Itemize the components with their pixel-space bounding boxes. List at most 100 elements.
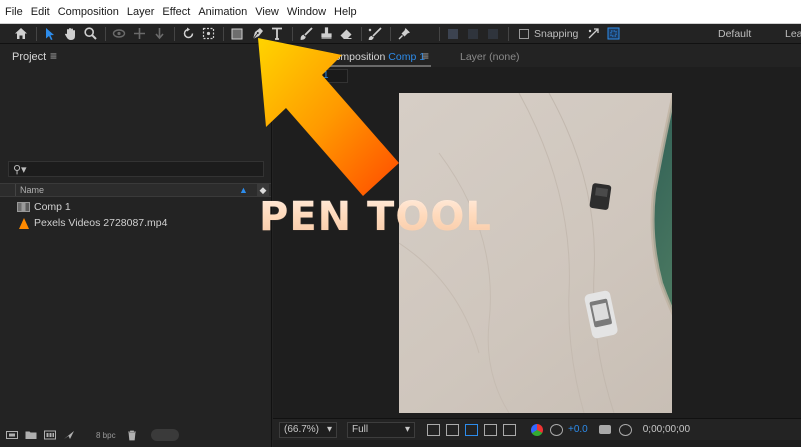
- type-tool-icon[interactable]: [268, 25, 286, 43]
- workspace-default[interactable]: Default: [718, 24, 751, 44]
- resolution-value: Full: [352, 424, 369, 435]
- composition-tab[interactable]: Composition Comp 1: [327, 51, 425, 63]
- composition-panel: Composition Comp 1 ≡ Layer (none) 1 (66.…: [273, 45, 801, 447]
- grid-guides-icon[interactable]: [503, 423, 516, 436]
- color-management-icon[interactable]: [550, 423, 563, 436]
- mask-visibility-icon[interactable]: [465, 423, 478, 436]
- chevron-down-icon: ▾: [404, 424, 410, 435]
- sort-ascending-icon[interactable]: ▲: [239, 185, 248, 195]
- menu-animation[interactable]: Animation: [198, 0, 247, 24]
- footage-icon: [19, 217, 29, 229]
- workspace-learn[interactable]: Lea: [785, 24, 801, 44]
- header-divider: [15, 184, 16, 196]
- menu-effect[interactable]: Effect: [162, 0, 190, 24]
- menu-view[interactable]: View: [255, 0, 279, 24]
- resolution-select[interactable]: Full ▾: [347, 421, 415, 438]
- current-time[interactable]: 0;00;00;00: [643, 424, 690, 435]
- tools-toolbar: Snapping Default Lea: [0, 24, 801, 44]
- composition-panel-menu-icon[interactable]: ≡: [422, 49, 429, 63]
- menu-composition[interactable]: Composition: [58, 0, 119, 24]
- home-icon[interactable]: [12, 25, 30, 43]
- chevron-down-icon: ▾: [326, 424, 332, 435]
- toolbar-separator: [390, 26, 391, 41]
- menu-bar: File Edit Composition Layer Effect Anima…: [0, 0, 801, 24]
- menu-layer[interactable]: Layer: [127, 0, 155, 24]
- menu-help[interactable]: Help: [334, 0, 357, 24]
- rotation-tool-icon[interactable]: [179, 25, 197, 43]
- brush-tool-icon[interactable]: [297, 25, 315, 43]
- footage-frame: [399, 93, 672, 413]
- snapping-options-icon[interactable]: [584, 25, 602, 43]
- composition-viewer[interactable]: [399, 93, 672, 413]
- active-tab-indicator: [319, 65, 431, 67]
- menu-file[interactable]: File: [5, 0, 23, 24]
- view-axis-icon[interactable]: [484, 25, 502, 43]
- exposure-value[interactable]: +0.0: [568, 424, 588, 435]
- interpret-footage-icon[interactable]: [6, 430, 18, 440]
- selection-tool-icon[interactable]: [41, 25, 59, 43]
- list-item[interactable]: Comp 1: [0, 199, 271, 215]
- project-panel: Project ≡ ⚲▾ Name ▲ ◆ Comp 1 Pexels Vide…: [0, 45, 272, 447]
- project-settings-icon[interactable]: [63, 430, 75, 440]
- project-list-header: Name ▲ ◆: [0, 183, 271, 197]
- toolbar-separator: [223, 26, 224, 41]
- composition-tab-name: Comp 1: [388, 51, 426, 63]
- search-icon: ⚲▾: [13, 163, 27, 176]
- pan-tool-icon[interactable]: [130, 25, 148, 43]
- puppet-pin-tool-icon[interactable]: [395, 25, 413, 43]
- world-axis-icon[interactable]: [464, 25, 482, 43]
- snapping-label: Snapping: [534, 27, 579, 40]
- orbit-tool-icon[interactable]: [110, 25, 128, 43]
- toolbar-separator: [36, 26, 37, 41]
- dolly-tool-icon[interactable]: [150, 25, 168, 43]
- toolbar-separator: [105, 26, 106, 41]
- pen-tool-icon[interactable]: [248, 25, 266, 43]
- toolbar-separator: [508, 26, 509, 41]
- roto-brush-tool-icon[interactable]: [366, 25, 384, 43]
- layer-tab[interactable]: Layer (none): [460, 51, 520, 63]
- lock-icon[interactable]: [313, 51, 320, 61]
- magnification-select[interactable]: (66.7%) ▾: [279, 421, 337, 438]
- list-item-label: Comp 1: [34, 201, 71, 213]
- toolbar-separator: [361, 26, 362, 41]
- toolbar-separator: [292, 26, 293, 41]
- eraser-tool-icon[interactable]: [337, 25, 355, 43]
- snapping-checkbox[interactable]: [519, 28, 529, 39]
- new-composition-icon[interactable]: [44, 430, 56, 440]
- transparency-grid-icon[interactable]: [446, 423, 459, 436]
- name-column-header[interactable]: Name: [20, 185, 44, 195]
- composition-icon: [17, 202, 30, 212]
- menu-edit[interactable]: Edit: [31, 0, 50, 24]
- anchor-point-tool-icon[interactable]: [199, 25, 217, 43]
- toolbar-separator: [439, 26, 440, 41]
- list-item[interactable]: Pexels Videos 2728087.mp4: [0, 215, 271, 231]
- toolbar-separator: [174, 26, 175, 41]
- region-of-interest-icon[interactable]: [484, 423, 497, 436]
- composition-footer: (66.7%) ▾ Full ▾ +0.0 0;00;00;00: [273, 418, 801, 440]
- hand-tool-icon[interactable]: [61, 25, 79, 43]
- comp-subtab[interactable]: 1: [313, 69, 348, 83]
- rectangle-tool-icon[interactable]: [228, 25, 246, 43]
- show-snapshot-icon[interactable]: [618, 423, 632, 436]
- project-search-input[interactable]: ⚲▾: [8, 161, 264, 177]
- menu-window[interactable]: Window: [287, 0, 326, 24]
- magnification-value: (66.7%): [284, 424, 320, 435]
- clone-stamp-tool-icon[interactable]: [317, 25, 335, 43]
- project-footer: 8 bpc: [0, 422, 271, 447]
- zoom-tool-icon[interactable]: [81, 25, 99, 43]
- bit-depth-button[interactable]: 8 bpc: [96, 431, 116, 440]
- pen-tool-caption: PEN TOOL: [259, 194, 492, 240]
- thumbnail-size-slider[interactable]: [150, 429, 179, 441]
- local-axis-icon[interactable]: [444, 25, 462, 43]
- snap-to-features-icon[interactable]: [604, 25, 622, 43]
- project-panel-menu-icon[interactable]: ≡: [50, 49, 57, 63]
- composition-tab-prefix: Composition: [327, 51, 386, 63]
- new-folder-icon[interactable]: [25, 430, 37, 440]
- composition-tab-bar: Composition Comp 1 ≡ Layer (none): [273, 45, 801, 67]
- delete-icon[interactable]: [126, 430, 138, 440]
- snapshot-camera-icon[interactable]: [598, 425, 611, 434]
- snapping-toggle[interactable]: Snapping: [519, 28, 578, 40]
- project-tab[interactable]: Project: [12, 51, 46, 63]
- channel-rgb-icon[interactable]: [531, 423, 543, 436]
- fast-previews-icon[interactable]: [427, 423, 440, 436]
